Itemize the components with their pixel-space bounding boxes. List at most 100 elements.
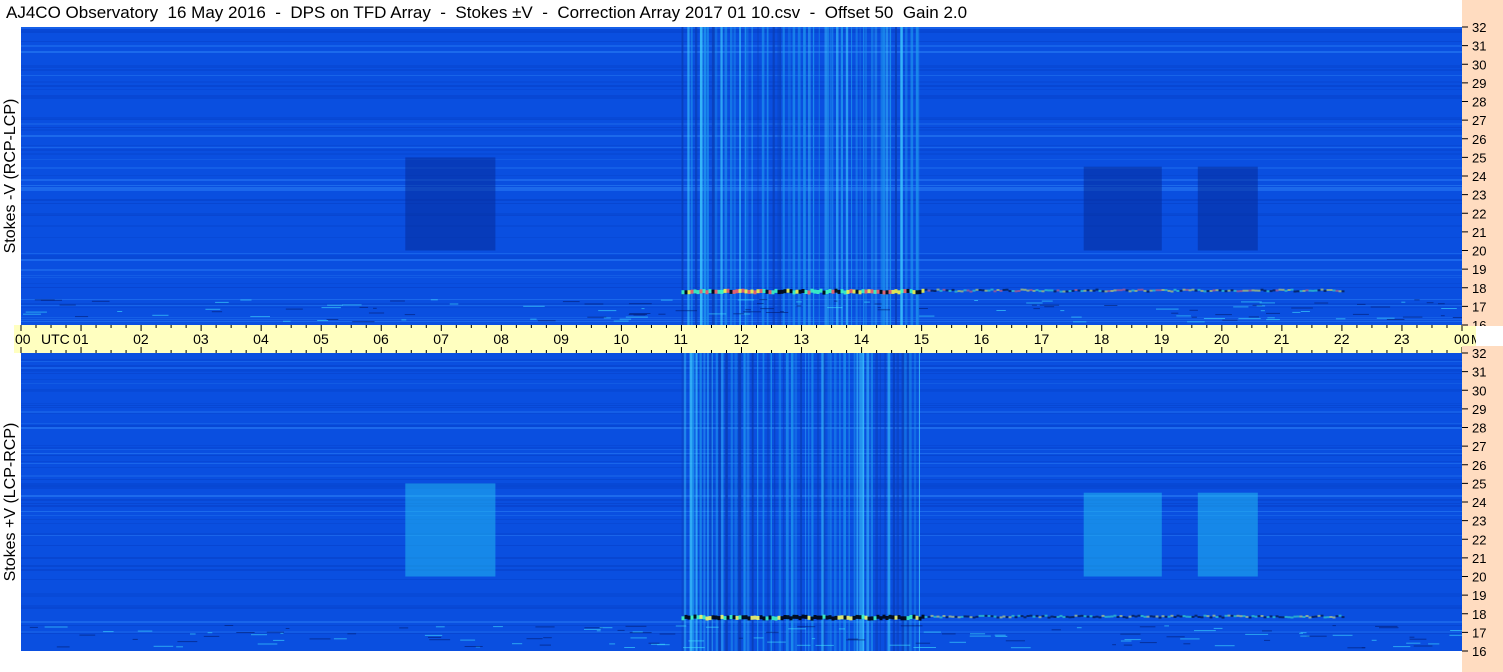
y-tick-label: 18	[1472, 607, 1486, 622]
burst-line	[936, 615, 940, 618]
burst-line	[1182, 615, 1186, 618]
freq-stripe	[21, 287, 1462, 288]
burst-line	[1221, 289, 1225, 292]
noise-mark	[91, 300, 110, 302]
burst-line	[1134, 289, 1138, 292]
noise-mark	[827, 307, 843, 309]
x-tick-label: 18	[1094, 331, 1110, 347]
noise-mark	[915, 642, 931, 644]
burst-line	[1029, 614, 1033, 617]
burst-line	[1023, 616, 1027, 619]
noise-mark	[1060, 310, 1065, 312]
burst-line	[909, 615, 913, 619]
freq-stripe	[21, 85, 1462, 87]
burst-line	[1305, 289, 1309, 292]
freq-stripe	[21, 607, 1462, 609]
freq-stripe	[21, 253, 1462, 254]
burst-line	[1170, 614, 1174, 617]
burst-line	[873, 616, 877, 621]
noise-mark	[1449, 634, 1462, 636]
burst-line	[1194, 289, 1198, 292]
x-tick-label: 10	[613, 331, 629, 347]
noise-mark	[430, 299, 438, 301]
burst-line	[915, 615, 919, 620]
burst-line	[954, 615, 958, 618]
noise-mark	[877, 309, 890, 311]
burst-line	[936, 288, 940, 291]
freq-stripe	[21, 135, 1462, 137]
burst-line	[1242, 289, 1246, 292]
noise-mark	[285, 308, 303, 310]
burst-line	[753, 615, 757, 620]
interference-line	[803, 27, 806, 325]
noise-mark	[236, 632, 255, 633]
noise-mark	[401, 319, 407, 321]
interference-line	[681, 27, 684, 325]
burst-line	[1110, 290, 1114, 292]
interference-line	[699, 27, 703, 325]
freq-stripe	[21, 81, 1462, 83]
noise-mark	[1299, 632, 1303, 634]
burst-line	[1047, 616, 1051, 619]
freq-stripe	[21, 127, 1462, 128]
interference-line	[744, 27, 747, 325]
burst-line	[957, 290, 961, 293]
freq-stripe	[21, 467, 1462, 468]
burst-line	[747, 289, 751, 294]
burst-line	[957, 616, 961, 619]
burst-line	[1086, 289, 1090, 292]
noise-mark	[428, 636, 442, 638]
burst-line	[1308, 289, 1312, 292]
burst-line	[1212, 289, 1216, 292]
burst-line	[969, 616, 973, 619]
burst-line	[1293, 290, 1297, 293]
interference-line	[834, 353, 837, 651]
burst-line	[696, 290, 700, 295]
freq-stripe	[21, 367, 1462, 369]
freq-stripe	[21, 405, 1462, 406]
burst-line	[894, 615, 898, 620]
burst-line	[744, 615, 748, 620]
burst-line	[765, 289, 769, 294]
noise-mark	[1450, 630, 1462, 631]
y-tick-label: 25	[1472, 150, 1486, 165]
burst-line	[1044, 289, 1048, 292]
noise-mark	[1376, 317, 1395, 319]
burst-line	[855, 614, 859, 619]
noise-mark	[321, 307, 341, 309]
burst-line	[1083, 289, 1087, 292]
y-tick-label: 22	[1472, 206, 1486, 221]
burst-line	[1332, 616, 1336, 619]
burst-line	[963, 615, 967, 618]
spectral-feature	[405, 157, 496, 251]
burst-line	[1221, 616, 1225, 619]
noise-mark	[1292, 311, 1301, 313]
noise-mark	[317, 320, 329, 321]
burst-line	[1026, 289, 1030, 292]
burst-line	[1191, 615, 1195, 618]
noise-mark	[797, 626, 816, 628]
interference-line	[782, 27, 785, 325]
burst-line	[1125, 289, 1129, 292]
noise-mark	[613, 320, 629, 322]
freq-stripe	[21, 625, 1462, 626]
noise-mark	[1386, 319, 1405, 320]
noise-mark	[1264, 639, 1271, 641]
burst-line	[834, 288, 838, 293]
noise-mark	[838, 628, 845, 630]
burst-line	[1287, 616, 1291, 619]
burst-line	[1191, 288, 1195, 291]
burst-line	[1128, 290, 1132, 293]
burst-line	[1257, 615, 1261, 618]
noise-mark	[1010, 647, 1031, 649]
burst-line	[735, 615, 739, 620]
burst-line	[870, 289, 874, 294]
burst-line	[1341, 616, 1345, 619]
x-tick-label: 16	[974, 331, 990, 347]
burst-line	[711, 615, 715, 620]
freq-stripe	[21, 621, 1462, 623]
burst-line	[1248, 616, 1252, 619]
burst-line	[1140, 288, 1144, 291]
noise-mark	[280, 632, 284, 634]
x-tick-label: 04	[253, 331, 269, 347]
